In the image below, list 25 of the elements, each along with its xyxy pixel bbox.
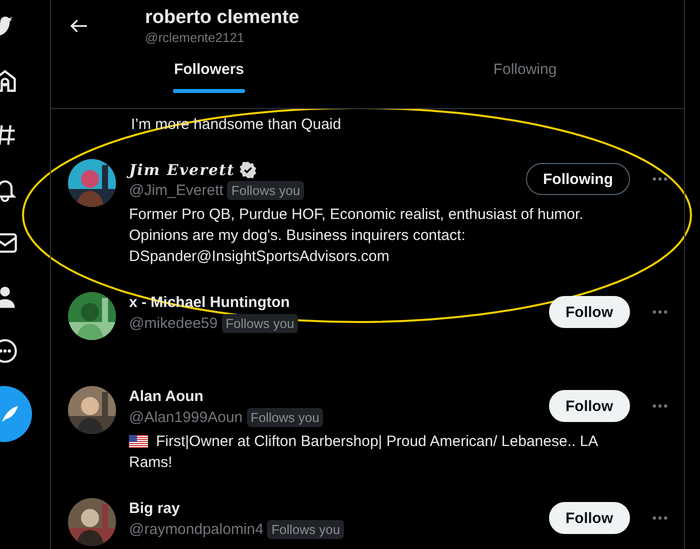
tab[interactable]: Followers bbox=[149, 61, 269, 108]
user-handle: @raymondpalomin4 bbox=[129, 521, 264, 538]
follow-button[interactable]: Follow bbox=[548, 502, 630, 534]
user-handle: @Alan1999Aoun bbox=[129, 409, 243, 426]
bio-text: Former Pro QB, Purdue HOF, Economic realist, enthusiast of humor. bbox=[129, 205, 584, 225]
bio-text: Opinions are my dog's. Business inquirers contact: bbox=[129, 226, 466, 246]
bio-text: First|Owner at Clifton Barbershop| Proud American/ Lebanese.. LA bbox=[156, 432, 598, 452]
follows-you-tag: Follows you bbox=[267, 520, 344, 539]
profile-name: roberto clemente bbox=[145, 6, 300, 29]
user-name[interactable]: Alan Aoun bbox=[129, 388, 204, 405]
user-name[interactable]: Big ray bbox=[129, 500, 180, 517]
bio-text: DSpander@InsightSportsAdvisors.com bbox=[129, 247, 390, 267]
follows-you-tag: Follows you bbox=[227, 181, 304, 200]
tab[interactable]: Following bbox=[465, 61, 585, 108]
follow-button[interactable]: Follow bbox=[548, 296, 630, 328]
user-handle: @mikedee59 bbox=[129, 315, 218, 332]
follows-you-tag: Follows you bbox=[246, 408, 324, 427]
follow-button[interactable]: Follow bbox=[548, 390, 630, 422]
user-name[interactable]: Jim Everett bbox=[129, 160, 235, 178]
following-button[interactable]: Following bbox=[526, 163, 630, 195]
bio-text: Rams! bbox=[129, 453, 174, 473]
back-arrow-icon[interactable] bbox=[70, 19, 88, 33]
profile-handle: @rclemente2121 bbox=[145, 29, 246, 46]
follows-you-tag: Follows you bbox=[222, 314, 298, 333]
user-handle: @Jim_Everett bbox=[129, 182, 224, 199]
